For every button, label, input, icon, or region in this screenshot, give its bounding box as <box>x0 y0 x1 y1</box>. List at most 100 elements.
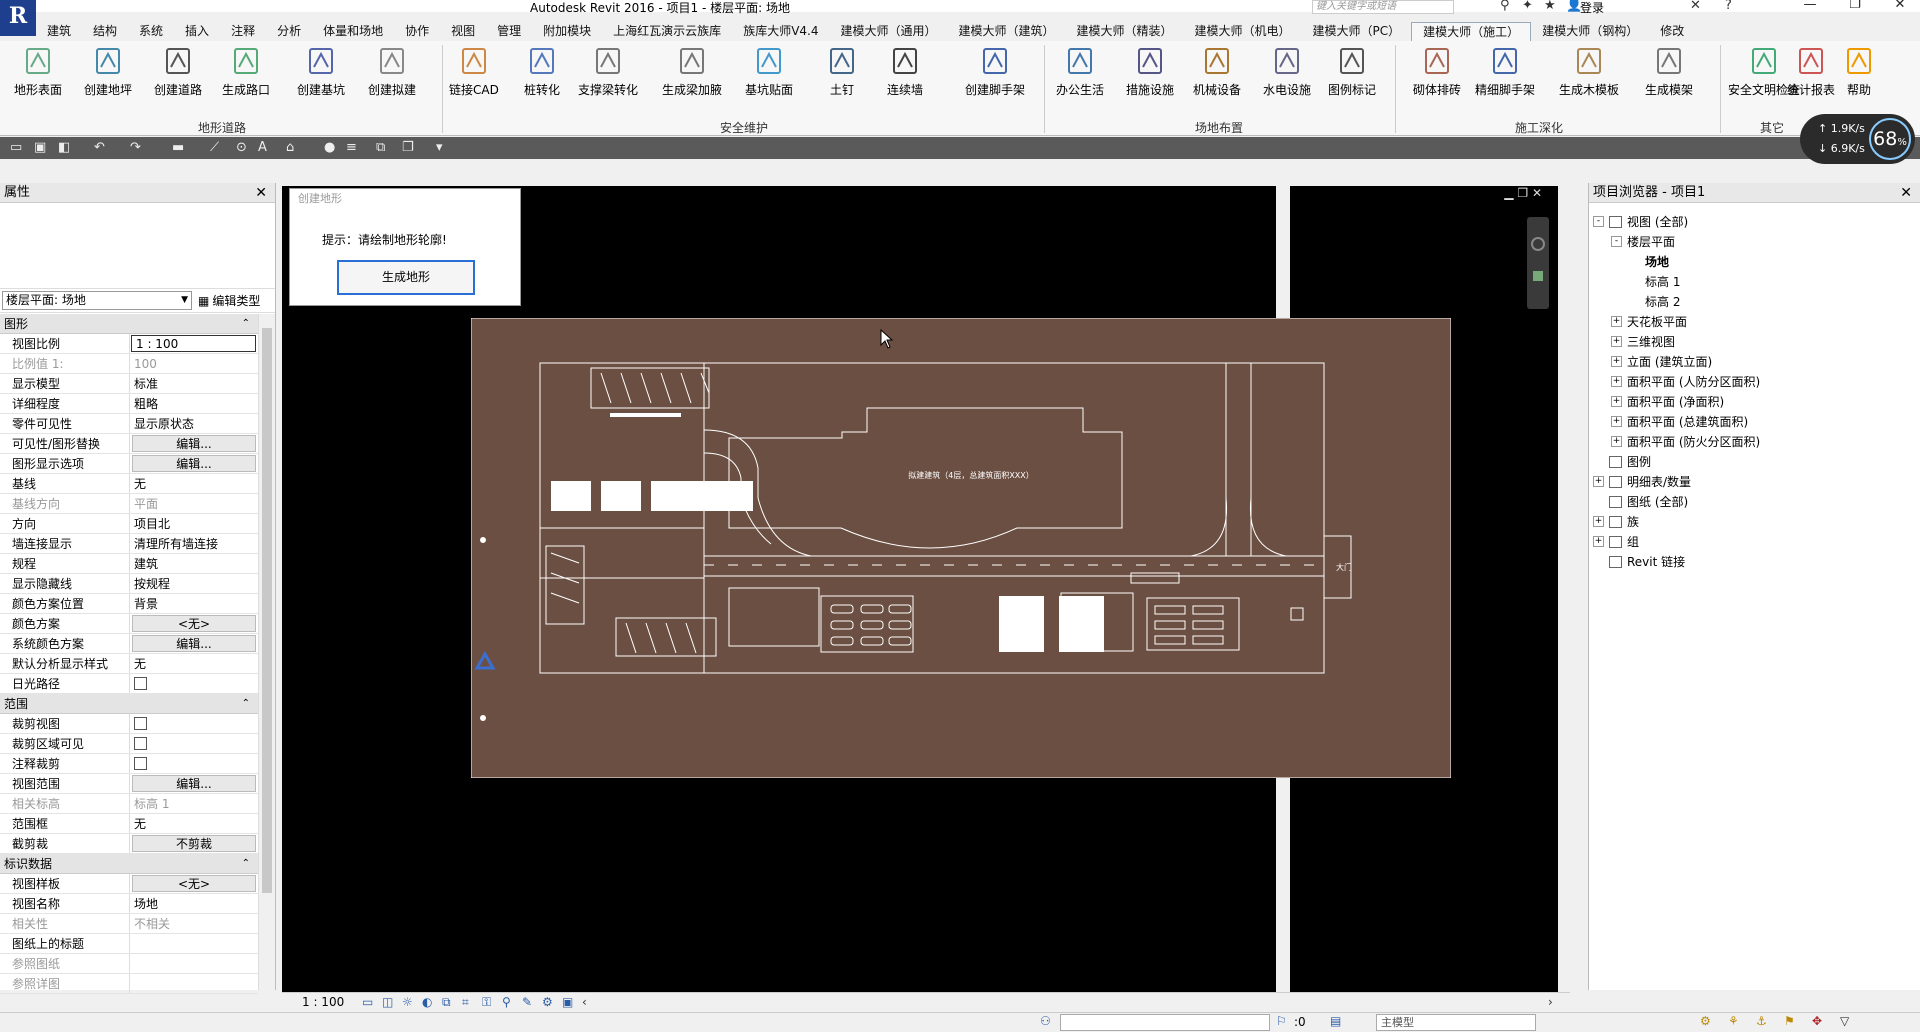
browser-node[interactable]: + 面积平面 (人防分区面积) <box>1611 373 1760 390</box>
ribbon-tab[interactable]: 建筑 <box>36 22 82 41</box>
expand-toggle-icon[interactable]: + <box>1611 356 1622 367</box>
search-input[interactable]: 键入关键字或短语 <box>1312 0 1454 14</box>
switch-windows-icon[interactable]: ❐ <box>402 140 414 155</box>
property-value[interactable]: 标准 <box>130 374 258 393</box>
design-options-icon[interactable]: ▤ <box>1330 1014 1341 1028</box>
zoom-icon[interactable] <box>1533 271 1543 281</box>
ribbon-tab[interactable]: 建模大师（通用） <box>829 22 947 41</box>
ribbon-button[interactable]: 砌体排砖 <box>1413 45 1461 98</box>
ribbon-button[interactable]: 机械设备 <box>1193 45 1241 98</box>
browser-node[interactable]: - 视图 (全部) <box>1593 213 1688 230</box>
ribbon-tab[interactable]: 修改 <box>1649 22 1695 41</box>
expand-toggle-icon[interactable]: + <box>1611 436 1622 447</box>
chevron-left-icon[interactable]: ‹ <box>582 995 587 1009</box>
ribbon-tab[interactable]: 插入 <box>174 22 220 41</box>
show-crop-icon[interactable]: ⌗ <box>462 995 469 1010</box>
browser-node[interactable]: 场地 <box>1629 253 1669 270</box>
browser-node[interactable]: 标高 2 <box>1629 293 1680 310</box>
ribbon-button[interactable]: 桩转化 <box>524 45 560 98</box>
ribbon-tab[interactable]: 注释 <box>220 22 266 41</box>
login-link[interactable]: 登录 <box>1580 0 1604 16</box>
exchange-icon[interactable]: ✕ <box>1690 0 1701 13</box>
browser-node[interactable]: + 三维视图 <box>1611 333 1675 350</box>
worksets-icon[interactable]: ⚇ <box>1040 1014 1051 1028</box>
expand-toggle-icon[interactable]: - <box>1593 216 1604 227</box>
ribbon-button[interactable]: 帮助 <box>1843 45 1875 98</box>
browser-node[interactable]: + 组 <box>1593 533 1639 550</box>
restore-view-icon[interactable]: ❐ <box>1517 186 1528 200</box>
collapse-icon[interactable]: ⌃ <box>242 694 250 714</box>
ribbon-button[interactable]: 图例标记 <box>1328 45 1376 98</box>
checkbox[interactable] <box>134 717 147 730</box>
terrain-boundary[interactable] <box>471 318 1451 778</box>
collapse-icon[interactable]: ⌃ <box>242 854 250 874</box>
sun-path-icon[interactable]: ☼ <box>402 995 413 1009</box>
steering-wheel-icon[interactable] <box>1531 237 1545 251</box>
visual-style-icon[interactable]: ◫ <box>382 995 393 1009</box>
ribbon-tab[interactable]: 建模大师（建筑） <box>948 22 1066 41</box>
property-value[interactable] <box>130 934 258 953</box>
property-value[interactable]: <无> <box>132 615 256 632</box>
browser-node[interactable]: + 天花板平面 <box>1611 313 1687 330</box>
ribbon-button[interactable]: 链接CAD <box>449 45 499 98</box>
browser-node[interactable]: + 族 <box>1593 513 1639 530</box>
open-icon[interactable]: ▭ <box>10 140 22 155</box>
properties-scrollbar[interactable] <box>258 314 275 990</box>
detail-level-icon[interactable]: ▭ <box>362 995 373 1009</box>
browser-node[interactable]: + 明细表/数量 <box>1593 473 1691 490</box>
crop-view-icon[interactable]: ⧉ <box>442 995 451 1010</box>
view-scale[interactable]: 1 : 100 <box>302 995 344 1009</box>
ribbon-button[interactable]: 土钉 <box>826 45 858 98</box>
property-value[interactable]: 编辑... <box>132 455 256 472</box>
measure-icon[interactable]: ⟋ <box>210 140 219 155</box>
sync-icon[interactable]: ◧ <box>58 140 70 155</box>
browser-node[interactable]: + 面积平面 (净面积) <box>1611 393 1724 410</box>
property-value[interactable]: 清理所有墙连接 <box>130 534 258 553</box>
browser-node[interactable]: 图纸 (全部) <box>1593 493 1688 510</box>
ribbon-button[interactable]: 基坑贴面 <box>745 45 793 98</box>
property-value[interactable]: 显示原状态 <box>130 414 258 433</box>
ribbon-button[interactable]: 措施设施 <box>1126 45 1174 98</box>
property-value[interactable]: 编辑... <box>132 635 256 652</box>
ribbon-tab[interactable]: 建模大师（PC） <box>1302 22 1412 41</box>
ribbon-tab[interactable]: 建模大师（钢构） <box>1531 22 1649 41</box>
select-pinned-icon[interactable]: ⚓ <box>1756 1014 1767 1028</box>
property-value[interactable]: 不剪裁 <box>132 835 256 852</box>
site-plan-drawing[interactable]: 拟建建筑（4层，总建筑面积XXX） 大门 <box>471 318 1451 778</box>
ribbon-tab[interactable]: 族库大师V4.4 <box>732 22 829 41</box>
customize-qat-icon[interactable]: ▾ <box>436 140 443 155</box>
binoculars-icon[interactable]: ⚲ <box>1500 0 1510 13</box>
property-value[interactable]: 无 <box>130 474 258 493</box>
browser-node[interactable]: 标高 1 <box>1629 273 1680 290</box>
ribbon-tab[interactable]: 协作 <box>394 22 440 41</box>
shadows-icon[interactable]: ◐ <box>422 995 432 1009</box>
navigation-bar[interactable] <box>1527 217 1549 309</box>
close-button[interactable]: ✕ <box>1880 0 1920 12</box>
star-icon[interactable]: ★ <box>1544 0 1556 13</box>
editing-requests-icon[interactable]: ⚐ <box>1276 1014 1287 1028</box>
design-option-selector[interactable]: 主模型 <box>1376 1014 1536 1031</box>
close-hidden-icon[interactable]: ⧉ <box>376 140 385 155</box>
print-icon[interactable]: ▬ <box>172 140 184 155</box>
property-section-header[interactable]: 标识数据 ⌃ <box>0 854 258 874</box>
property-value[interactable]: 无 <box>130 654 258 673</box>
text-icon[interactable]: A <box>258 140 267 155</box>
ribbon-button[interactable]: 办公生活 <box>1056 45 1104 98</box>
3d-view-icon[interactable]: ⌂ <box>286 140 294 155</box>
ribbon-button[interactable]: 创建脚手架 <box>965 45 1025 98</box>
hide-isolate-icon[interactable]: ⚲ <box>502 995 511 1009</box>
help-icon[interactable]: ? <box>1725 0 1732 13</box>
ribbon-button[interactable]: 创建道路 <box>154 45 202 98</box>
property-value[interactable]: 无 <box>130 814 258 833</box>
filter-icon[interactable]: ▽ <box>1840 1014 1849 1028</box>
ribbon-tab[interactable]: 建模大师（精装） <box>1066 22 1184 41</box>
browser-node[interactable]: Revit 链接 <box>1593 553 1685 570</box>
ribbon-tab[interactable]: 系统 <box>128 22 174 41</box>
ribbon-tab[interactable]: 分析 <box>266 22 312 41</box>
ribbon-button[interactable]: 支撑梁转化 <box>578 45 638 98</box>
property-value[interactable] <box>130 734 258 753</box>
minimize-view-icon[interactable]: ▁ <box>1504 186 1513 200</box>
type-selector[interactable]: 楼层平面: 场地 ▼ <box>2 291 192 310</box>
generate-terrain-button[interactable]: 生成地形 <box>337 260 475 295</box>
expand-toggle-icon[interactable]: + <box>1593 516 1604 527</box>
